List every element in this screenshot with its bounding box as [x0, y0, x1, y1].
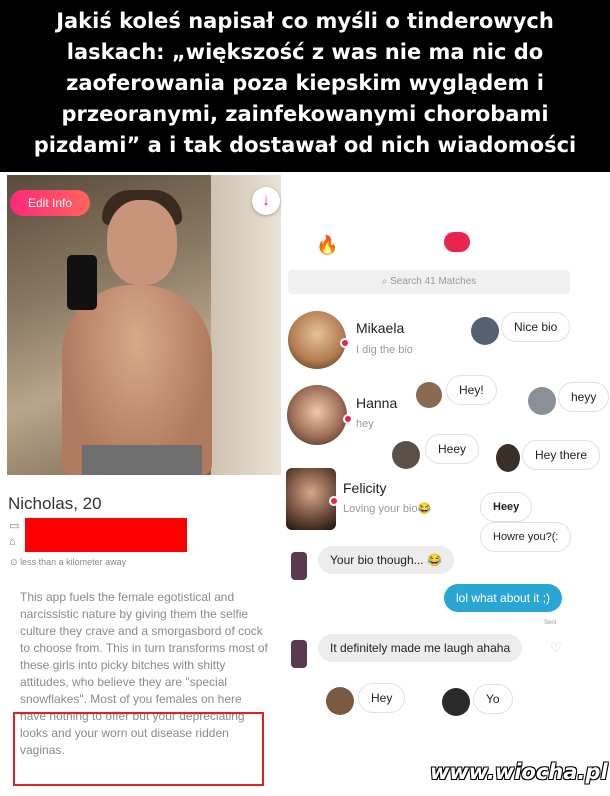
match-preview: Loving your bio😂 [343, 503, 432, 515]
message-bubble: lol what about it ;) [444, 584, 563, 612]
meme-image: Jakiś koleś napisał co myśli o tinderowy… [0, 0, 610, 796]
match-name: Felicity [343, 480, 387, 496]
avatar-mikaela[interactable] [288, 311, 346, 369]
sent-label: Sent [544, 620, 557, 626]
caption-text: Jakiś koleś napisał co myśli o tinderowy… [0, 0, 610, 172]
avatar [326, 687, 354, 715]
message-bubble: Your bio though... 😂 [318, 546, 454, 574]
redacted-job [25, 518, 187, 534]
message-bubble: It definitely made me laugh ahaha [318, 634, 523, 662]
edit-info-button[interactable]: Edit Info [10, 190, 90, 216]
match-preview: I dig the bio [356, 344, 413, 356]
message-bubble: heyy [558, 382, 610, 412]
match-name: Hanna [356, 395, 398, 411]
chat-icon[interactable] [444, 232, 470, 252]
watermark: www.wiocha.pl [430, 760, 608, 784]
briefcase-icon: ▭ [9, 520, 20, 532]
arrow-down-icon[interactable]: ↓ [252, 187, 280, 215]
match-name: Mikaela [356, 320, 405, 336]
school-icon: ⌂ [9, 536, 16, 548]
distance-line: ⊙ less than a kilometer away [10, 557, 126, 568]
avatar [392, 441, 420, 469]
search-matches-input[interactable]: ⌕ Search 41 Matches [288, 270, 570, 294]
match-preview: hey [356, 418, 374, 430]
profile-name: Nicholas, 20 [8, 494, 102, 513]
message-bubble: Yo [473, 684, 513, 714]
message-bubble: Howre you?(: [480, 522, 572, 552]
flame-icon[interactable]: 🔥 [316, 235, 338, 256]
message-bubble: Heey [480, 492, 533, 522]
avatar [528, 387, 556, 415]
profile-photo [7, 175, 281, 475]
heart-icon[interactable]: ♡ [550, 640, 562, 656]
avatar [291, 552, 307, 580]
avatar [471, 317, 499, 345]
redacted-school [25, 534, 187, 552]
location-icon: ⊙ [10, 557, 18, 567]
avatar [496, 444, 520, 472]
avatar-hanna[interactable] [287, 385, 347, 445]
new-match-dot [329, 496, 339, 506]
message-bubble: Hey there [522, 440, 601, 470]
phone-icon [67, 255, 97, 310]
avatar [416, 382, 442, 408]
avatar [291, 640, 307, 668]
new-match-dot [340, 338, 350, 348]
new-match-dot [343, 414, 353, 424]
distance-text: less than a kilometer away [20, 557, 127, 567]
search-placeholder: Search 41 Matches [390, 276, 477, 287]
message-bubble: Heey [425, 434, 480, 464]
message-bubble: Hey [358, 683, 406, 713]
highlight-box [13, 712, 264, 786]
search-icon: ⌕ [381, 276, 388, 287]
message-bubble: Hey! [446, 375, 497, 405]
message-bubble: Nice bio [501, 312, 571, 342]
avatar [442, 688, 470, 716]
